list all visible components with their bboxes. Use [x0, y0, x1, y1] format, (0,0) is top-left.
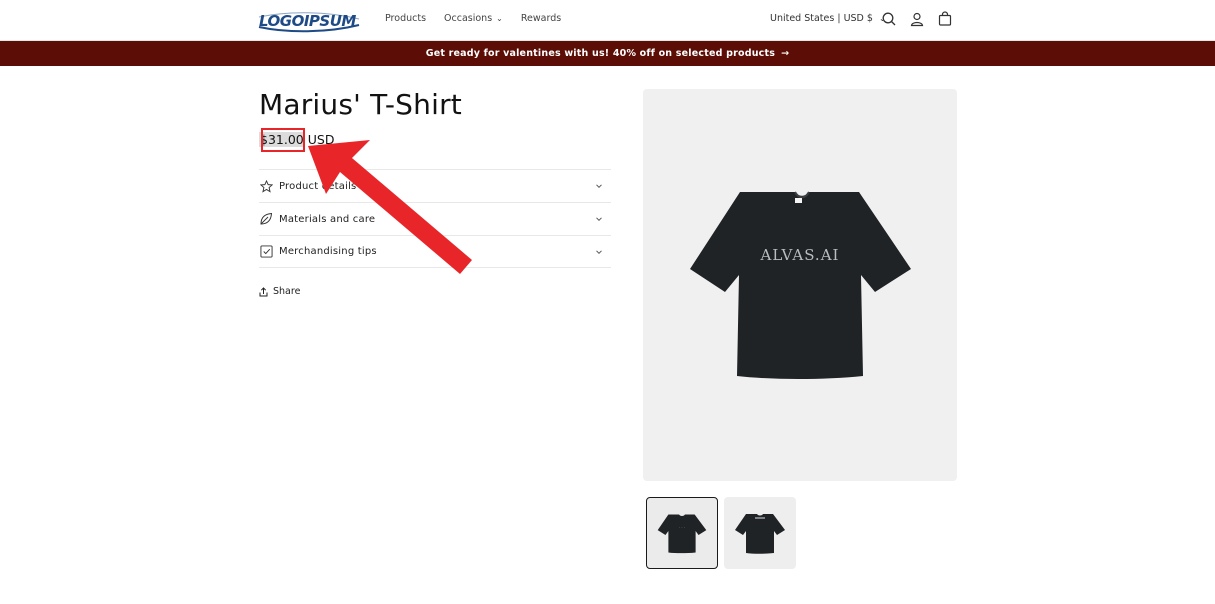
arrow-right-icon: → — [781, 48, 790, 59]
leaf-icon — [259, 212, 273, 226]
announcement-bar[interactable]: Get ready for valentines with us! 40% of… — [0, 41, 1215, 66]
product-main-image[interactable]: ALVAS.AI — [643, 89, 957, 481]
tshirt-image: ALVAS.AI — [690, 191, 911, 379]
nav-label: Rewards — [520, 13, 562, 24]
thumbnail-back[interactable] — [724, 497, 796, 569]
account-icon[interactable] — [909, 11, 925, 27]
logo-text: LOGOIPSUM — [259, 12, 356, 30]
share-button[interactable]: Share — [259, 286, 300, 297]
tshirt-back-thumb — [735, 514, 785, 554]
locale-selector[interactable]: United States | USD $ ⌄ — [770, 13, 886, 24]
locale-label: United States | USD $ — [770, 13, 873, 24]
search-icon[interactable] — [881, 11, 897, 27]
nav-item-occasions[interactable]: Occasions ⌄ — [444, 13, 503, 24]
main-nav: Products Occasions ⌄ Rewards — [385, 13, 579, 24]
shirt-print-text: ALVAS.AI — [760, 246, 840, 264]
star-icon — [259, 179, 273, 193]
nav-label: Occasions — [444, 13, 493, 24]
nav-label: Products — [385, 13, 427, 24]
site-header: LOGOIPSUM Products Occasions ⌄ Rewards U… — [0, 0, 1215, 41]
nav-item-rewards[interactable]: Rewards — [521, 13, 561, 24]
logo[interactable]: LOGOIPSUM — [258, 10, 360, 33]
price-highlight-box — [261, 128, 305, 152]
tshirt-front-thumb: . . . — [657, 514, 707, 554]
product-title: Marius' T-Shirt — [259, 88, 462, 121]
announcement-text: Get ready for valentines with us! 40% of… — [425, 48, 776, 59]
share-icon — [259, 286, 268, 296]
chevron-down-icon — [596, 250, 602, 255]
chevron-down-icon — [596, 217, 602, 222]
chevron-down-icon: ⌄ — [496, 14, 503, 23]
annotation-arrow-icon — [308, 140, 472, 274]
thumbnail-front[interactable]: . . . — [646, 497, 718, 569]
share-label: Share — [273, 286, 301, 297]
checkbox-icon — [259, 245, 273, 259]
cart-icon[interactable] — [937, 11, 953, 27]
svg-text:. . .: . . . — [679, 524, 685, 529]
nav-item-products[interactable]: Products — [385, 13, 426, 24]
chevron-down-icon — [596, 184, 602, 189]
